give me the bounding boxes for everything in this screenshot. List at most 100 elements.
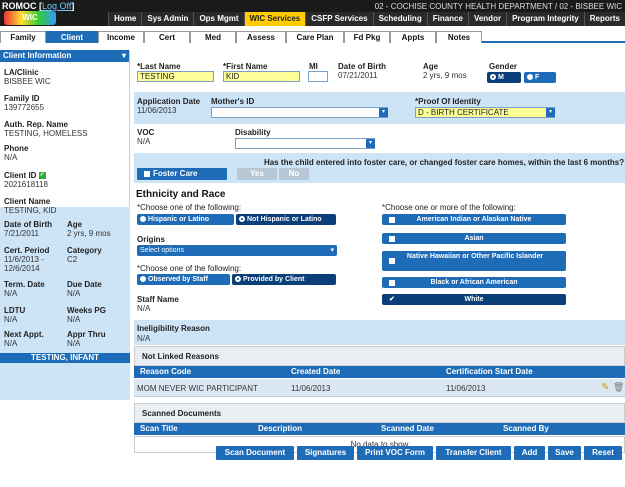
gender-label: Gender bbox=[489, 62, 518, 71]
foster-yes-button[interactable]: Yes bbox=[237, 168, 277, 180]
sb-age-value: 2 yrs, 9 mos bbox=[67, 229, 111, 238]
print-voc-button[interactable]: Print VOC Form bbox=[357, 446, 433, 460]
client-name-label: Client Name bbox=[4, 197, 51, 206]
foster-no-button[interactable]: No bbox=[279, 168, 309, 180]
nav-reports[interactable]: Reports bbox=[583, 12, 625, 26]
nav-home[interactable]: Home bbox=[108, 12, 142, 26]
mi-input[interactable] bbox=[308, 71, 328, 82]
col-scanned-date[interactable]: Scanned Date bbox=[381, 423, 434, 435]
race-black[interactable]: Black or African American bbox=[382, 277, 566, 288]
disability-dropdown-icon[interactable]: ▾ bbox=[366, 139, 375, 148]
table-row[interactable]: MOM NEVER WIC PARTICIPANT 11/06/2013 11/… bbox=[134, 379, 625, 397]
tab-assess[interactable]: Assess bbox=[236, 31, 286, 43]
edit-icon[interactable]: ✎ bbox=[601, 382, 609, 393]
proof-dropdown-icon[interactable]: ▾ bbox=[546, 108, 555, 117]
race-label: Black or African American bbox=[430, 279, 518, 286]
foster-care-checkbox[interactable]: Foster Care bbox=[137, 168, 227, 180]
tab-med[interactable]: Med bbox=[190, 31, 236, 43]
tab-care-plan[interactable]: Care Plan bbox=[286, 31, 344, 43]
brand-name: ROMOC bbox=[2, 1, 37, 11]
age-label: Age bbox=[423, 62, 439, 71]
checkmark-icon: ✔ bbox=[389, 296, 395, 303]
nav-wic-services[interactable]: WIC Services bbox=[243, 12, 306, 26]
col-scanned-by[interactable]: Scanned By bbox=[503, 423, 549, 435]
race-american-indian[interactable]: American Indian or Alaskan Native bbox=[382, 214, 566, 225]
mothers-id-select[interactable] bbox=[211, 107, 388, 118]
first-name-input[interactable]: KID bbox=[223, 71, 300, 82]
nav-vendor[interactable]: Vendor bbox=[467, 12, 507, 26]
linked-infant-link[interactable]: TESTING, INFANT bbox=[0, 353, 130, 363]
reason-code-cell: MOM NEVER WIC PARTICIPANT bbox=[137, 384, 258, 393]
origins-select[interactable]: Select options ▾ bbox=[137, 245, 337, 256]
col-reason-code[interactable]: Reason Code bbox=[140, 366, 191, 378]
race-native-hawaiian[interactable]: Native Hawaiian or Other Pacific Islande… bbox=[382, 251, 566, 271]
not-hispanic-label: Not Hispanic or Latino bbox=[247, 216, 322, 223]
cert-start-cell: 11/06/2013 bbox=[446, 384, 486, 393]
provided-radio[interactable]: Provided by Client bbox=[232, 274, 336, 285]
logoff-link[interactable]: Log Off bbox=[42, 1, 71, 11]
sb-age-label: Age bbox=[67, 220, 83, 229]
race-asian[interactable]: Asian bbox=[382, 233, 566, 244]
tab-family[interactable]: Family bbox=[0, 31, 46, 43]
la-clinic-value: BISBEE WIC bbox=[4, 77, 51, 86]
weeks-pg-label: Weeks PG bbox=[67, 306, 106, 315]
disability-label: Disability bbox=[235, 128, 271, 137]
tab-cert[interactable]: Cert bbox=[144, 31, 190, 43]
client-id-value: 2021618118 bbox=[4, 180, 48, 189]
tab-notes[interactable]: Notes bbox=[436, 31, 482, 43]
reset-button[interactable]: Reset bbox=[584, 446, 622, 460]
tab-fd-pkg[interactable]: Fd Pkg bbox=[344, 31, 390, 43]
nav-scheduling[interactable]: Scheduling bbox=[372, 12, 427, 26]
col-description[interactable]: Description bbox=[258, 423, 302, 435]
add-button[interactable]: Add bbox=[514, 446, 545, 460]
race-label: American Indian or Alaskan Native bbox=[416, 216, 532, 223]
ethnicity-title: Ethnicity and Race bbox=[136, 189, 226, 200]
chevron-down-icon: ▾ bbox=[330, 247, 334, 254]
transfer-client-button[interactable]: Transfer Client bbox=[436, 446, 511, 460]
cert-period-value: 11/6/2013 - 12/6/2014 bbox=[4, 255, 44, 273]
gender-f-radio[interactable]: F bbox=[524, 72, 556, 83]
sidebar-header[interactable]: Client Information ▾ bbox=[0, 50, 129, 62]
proof-label: *Proof Of Identity bbox=[415, 97, 481, 106]
checkbox-icon bbox=[389, 236, 395, 242]
mothers-id-label: Mother's ID bbox=[211, 97, 255, 106]
scan-document-button[interactable]: Scan Document bbox=[216, 446, 294, 460]
radio-off-icon bbox=[140, 216, 146, 223]
tab-client[interactable]: Client bbox=[46, 31, 98, 43]
created-date-cell: 11/06/2013 bbox=[291, 384, 331, 393]
race-label: White bbox=[464, 296, 484, 303]
tab-appts[interactable]: Appts bbox=[390, 31, 436, 43]
col-scan-title[interactable]: Scan Title bbox=[140, 423, 178, 435]
race-white[interactable]: ✔ White bbox=[382, 294, 566, 305]
term-date-label: Term. Date bbox=[4, 280, 45, 289]
mothers-id-dropdown-icon[interactable]: ▾ bbox=[379, 108, 388, 117]
gender-m-radio[interactable]: M bbox=[487, 72, 521, 83]
col-created-date[interactable]: Created Date bbox=[291, 366, 340, 378]
nav-csfp-services[interactable]: CSFP Services bbox=[305, 12, 373, 26]
radio-on-icon bbox=[235, 276, 241, 283]
proof-select[interactable]: D - BIRTH CERTIFICATE bbox=[415, 107, 555, 118]
dob-label: Date of Birth bbox=[338, 62, 386, 71]
nav-sys-admin[interactable]: Sys Admin bbox=[141, 12, 194, 26]
app-date-value: 11/06/2013 bbox=[137, 106, 177, 115]
nav-ops-mgmt[interactable]: Ops Mgmt bbox=[193, 12, 244, 26]
col-cert-start-date[interactable]: Certification Start Date bbox=[446, 366, 533, 378]
term-date-value: N/A bbox=[4, 289, 18, 298]
race-label: Native Hawaiian or Other Pacific Islande… bbox=[406, 253, 544, 260]
disability-select[interactable] bbox=[235, 138, 375, 149]
category-value: C2 bbox=[67, 255, 78, 264]
nav-finance[interactable]: Finance bbox=[426, 12, 468, 26]
not-hispanic-radio[interactable]: Not Hispanic or Latino bbox=[236, 214, 336, 225]
chevron-down-icon[interactable]: ▾ bbox=[122, 50, 126, 62]
checkbox-icon bbox=[389, 258, 395, 264]
nav-program-integrity[interactable]: Program Integrity bbox=[506, 12, 584, 26]
observed-radio[interactable]: Observed by Staff bbox=[137, 274, 230, 285]
tab-income[interactable]: Income bbox=[98, 31, 144, 43]
hispanic-radio[interactable]: Hispanic or Latino bbox=[137, 214, 234, 225]
not-linked-title: Not Linked Reasons bbox=[142, 352, 219, 361]
staff-name-value: N/A bbox=[137, 304, 151, 313]
signatures-button[interactable]: Signatures bbox=[297, 446, 354, 460]
trash-icon[interactable]: 🗑 bbox=[613, 382, 624, 393]
last-name-input[interactable]: TESTING bbox=[137, 71, 214, 82]
save-button[interactable]: Save bbox=[548, 446, 581, 460]
